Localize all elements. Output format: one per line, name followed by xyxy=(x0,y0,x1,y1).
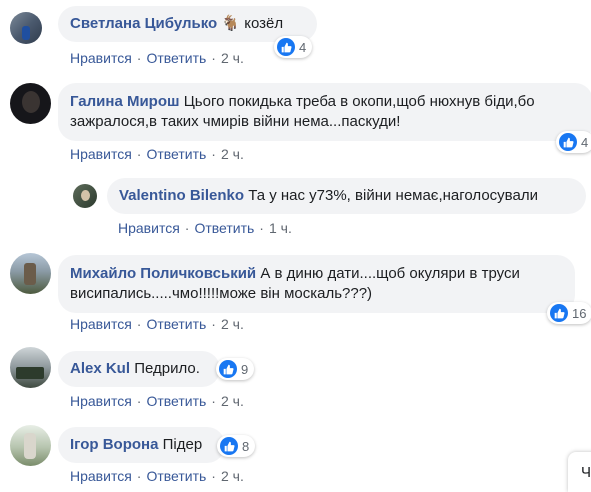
comment-text: козёл xyxy=(244,15,284,32)
reply-link[interactable]: Ответить xyxy=(146,468,206,484)
comment-time[interactable]: 2 ч. xyxy=(221,468,244,484)
comment-text: Педрило. xyxy=(134,360,200,377)
reaction-count[interactable]: 4 xyxy=(556,131,591,153)
comment-text: Підер xyxy=(162,436,203,453)
like-link[interactable]: Нравится xyxy=(70,146,132,162)
like-link[interactable]: Нравится xyxy=(118,220,180,236)
reply-link[interactable]: Ответить xyxy=(146,146,206,162)
reply-link[interactable]: Ответить xyxy=(146,393,206,409)
chat-corner-button[interactable]: Ч xyxy=(568,452,591,492)
comment-actions: Нравится · Ответить · 2 ч. xyxy=(70,50,244,66)
comment-author[interactable]: Михайло Поличковський xyxy=(70,265,256,282)
comment-bubble: Светлана Цибулько 🐐 козёл xyxy=(58,6,317,42)
comment-time[interactable]: 2 ч. xyxy=(221,393,244,409)
goat-emoji: 🐐 xyxy=(221,15,241,32)
comment-bubble: Valentino Bilenko Та у нас у73%, війни н… xyxy=(107,178,586,214)
avatar[interactable] xyxy=(10,83,51,124)
avatar[interactable] xyxy=(10,253,51,294)
like-link[interactable]: Нравится xyxy=(70,316,132,332)
comment-text-line1: Цього покидька треба в окопи,щоб нюхнув … xyxy=(183,93,535,110)
comment-text-line1: А в диню дати....щоб окуляри в труси xyxy=(260,265,520,282)
comment-bubble: Галина Мирош Цього покидька треба в окоп… xyxy=(58,83,591,141)
like-reaction-icon xyxy=(219,360,237,378)
reaction-count[interactable]: 8 xyxy=(217,435,256,457)
comment-time[interactable]: 2 ч. xyxy=(221,316,244,332)
reply-link[interactable]: Ответить xyxy=(146,50,206,66)
avatar[interactable] xyxy=(73,184,97,208)
like-link[interactable]: Нравится xyxy=(70,50,132,66)
comment-author[interactable]: Ігор Ворона xyxy=(70,436,158,453)
like-reaction-icon xyxy=(277,38,295,56)
comment-text: Та у нас у73%, війни немає,наголосували xyxy=(248,187,538,204)
comment-text-line2: зажралося,в таких чмирів війни нема...па… xyxy=(70,113,401,130)
reaction-count[interactable]: 9 xyxy=(216,358,255,380)
avatar[interactable] xyxy=(10,425,51,466)
comment-actions: Нравится · Ответить · 2 ч. xyxy=(70,316,244,332)
comment-time[interactable]: 1 ч. xyxy=(269,220,292,236)
comment-bubble: Михайло Поличковський А в диню дати....щ… xyxy=(58,255,575,313)
comment-author[interactable]: Valentino Bilenko xyxy=(119,187,244,204)
reaction-count[interactable]: 4 xyxy=(274,36,313,58)
like-link[interactable]: Нравится xyxy=(70,393,132,409)
reaction-count[interactable]: 16 xyxy=(547,302,591,324)
comment-actions: Нравится · Ответить · 2 ч. xyxy=(70,146,244,162)
comment-author[interactable]: Alex Kul xyxy=(70,360,130,377)
comment-text-line2: висипались.....чмо!!!!!може він москаль?… xyxy=(70,285,373,302)
comment-author[interactable]: Светлана Цибулько xyxy=(70,15,217,32)
comment-actions: Нравится · Ответить · 2 ч. xyxy=(70,468,244,484)
comment-bubble: Ігор Ворона Підер xyxy=(58,427,225,463)
like-link[interactable]: Нравится xyxy=(70,468,132,484)
like-reaction-icon xyxy=(550,304,568,322)
comment-author[interactable]: Галина Мирош xyxy=(70,93,180,110)
comment-actions: Нравится · Ответить · 2 ч. xyxy=(70,393,244,409)
comment-bubble: Alex Kul Педрило. xyxy=(58,351,220,387)
reply-link[interactable]: Ответить xyxy=(146,316,206,332)
like-reaction-icon xyxy=(220,437,238,455)
avatar[interactable] xyxy=(10,12,42,44)
like-reaction-icon xyxy=(559,133,577,151)
reply-link[interactable]: Ответить xyxy=(194,220,254,236)
avatar[interactable] xyxy=(10,347,51,388)
comment-actions: Нравится · Ответить · 1 ч. xyxy=(118,220,292,236)
comment-time[interactable]: 2 ч. xyxy=(221,50,244,66)
comment-time[interactable]: 2 ч. xyxy=(221,146,244,162)
